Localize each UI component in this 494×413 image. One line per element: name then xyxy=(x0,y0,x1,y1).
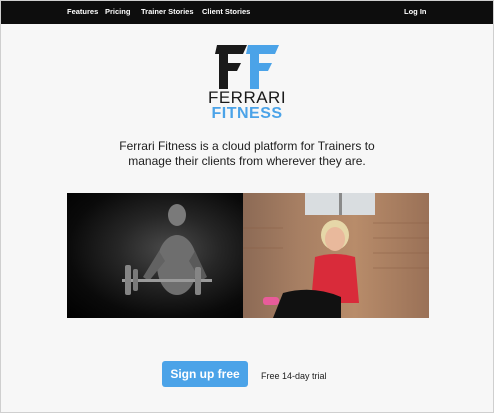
trainer-figure-icon xyxy=(122,204,212,295)
client-figure-icon xyxy=(243,193,429,318)
logo-wordmark-fitness: FITNESS xyxy=(211,105,283,122)
hero-image xyxy=(67,193,429,318)
ff-monogram-icon xyxy=(215,45,279,89)
nav-link-trainer-stories[interactable]: Trainer Stories xyxy=(141,7,194,16)
trainer-photo xyxy=(67,193,243,318)
sign-up-button[interactable]: Sign up free xyxy=(162,361,248,387)
cta-row: Sign up free Free 14-day trial xyxy=(1,361,493,387)
nav-link-client-stories[interactable]: Client Stories xyxy=(202,7,250,16)
client-photo xyxy=(243,193,429,318)
trial-note: Free 14-day trial xyxy=(261,371,327,381)
login-link[interactable]: Log In xyxy=(404,7,427,16)
hero-tagline: Ferrari Fitness is a cloud platform for … xyxy=(119,139,375,168)
page-frame: Features Pricing Trainer Stories Client … xyxy=(0,0,494,413)
nav-link-features[interactable]: Features xyxy=(67,7,98,16)
brand-logo: FERRARI FITNESS xyxy=(201,43,293,123)
top-navbar: Features Pricing Trainer Stories Client … xyxy=(1,1,493,24)
nav-link-pricing[interactable]: Pricing xyxy=(105,7,130,16)
